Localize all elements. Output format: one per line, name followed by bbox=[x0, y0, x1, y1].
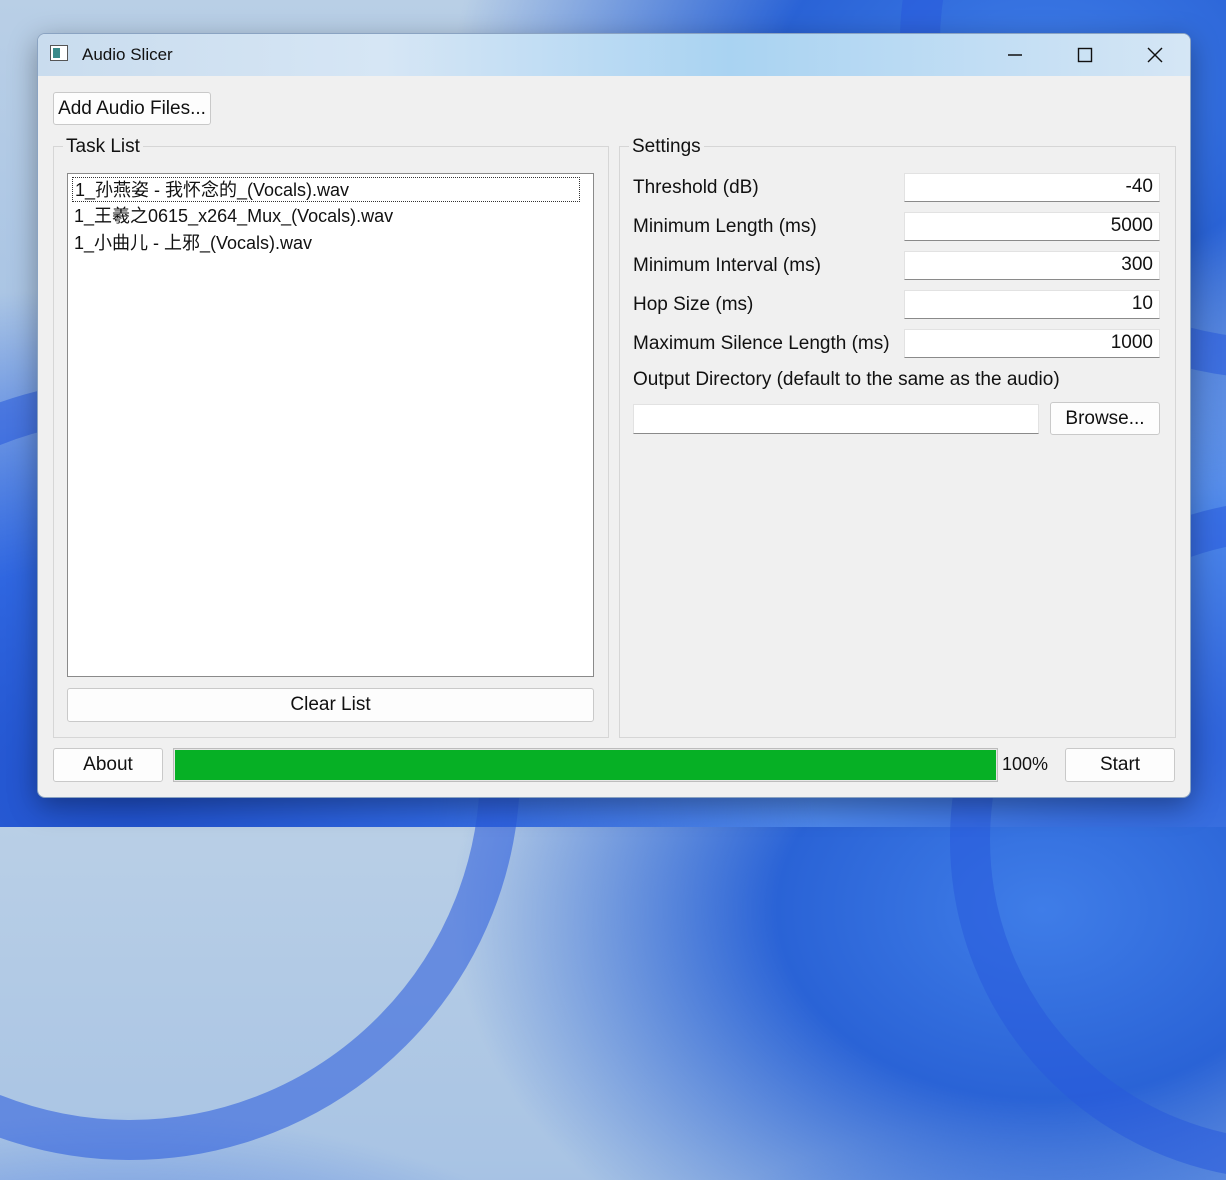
task-list-title: Task List bbox=[63, 136, 143, 158]
min-length-field[interactable]: 5000 bbox=[904, 212, 1160, 241]
max-silence-label: Maximum Silence Length (ms) bbox=[633, 333, 890, 354]
output-directory-field[interactable] bbox=[633, 404, 1039, 434]
start-button[interactable]: Start bbox=[1065, 748, 1175, 782]
browse-button[interactable]: Browse... bbox=[1050, 402, 1160, 435]
clear-list-button[interactable]: Clear List bbox=[67, 688, 594, 722]
minimize-icon bbox=[1008, 54, 1022, 56]
close-button[interactable] bbox=[1120, 34, 1190, 76]
list-item[interactable]: 1_孙燕姿 - 我怀念的_(Vocals).wav bbox=[72, 177, 580, 202]
title-bar[interactable]: Audio Slicer bbox=[38, 34, 1190, 76]
hop-size-field[interactable]: 10 bbox=[904, 290, 1160, 319]
min-length-label: Minimum Length (ms) bbox=[633, 216, 817, 237]
maximize-icon bbox=[1077, 47, 1093, 63]
progress-percent: 100% bbox=[1002, 754, 1049, 774]
hop-size-label: Hop Size (ms) bbox=[633, 294, 754, 315]
output-directory-label: Output Directory (default to the same as… bbox=[633, 369, 1060, 390]
task-listbox[interactable]: 1_孙燕姿 - 我怀念的_(Vocals).wav 1_王羲之0615_x264… bbox=[67, 173, 594, 677]
threshold-label: Threshold (dB) bbox=[633, 177, 759, 198]
progress-fill bbox=[175, 750, 996, 780]
window-title: Audio Slicer bbox=[82, 45, 173, 64]
settings-title: Settings bbox=[629, 136, 704, 158]
close-icon bbox=[1147, 47, 1163, 63]
list-item[interactable]: 1_王羲之0615_x264_Mux_(Vocals).wav bbox=[72, 204, 395, 229]
min-interval-field[interactable]: 300 bbox=[904, 251, 1160, 280]
min-interval-label: Minimum Interval (ms) bbox=[633, 255, 821, 276]
minimize-button[interactable] bbox=[980, 34, 1050, 76]
max-silence-field[interactable]: 1000 bbox=[904, 329, 1160, 358]
app-window: Audio Slicer Add Audio Files... Task Lis… bbox=[37, 33, 1191, 798]
threshold-field[interactable]: -40 bbox=[904, 173, 1160, 202]
progress-bar bbox=[173, 748, 998, 782]
list-item[interactable]: 1_小曲儿 - 上邪_(Vocals).wav bbox=[72, 231, 314, 256]
maximize-button[interactable] bbox=[1050, 34, 1120, 76]
about-button[interactable]: About bbox=[53, 748, 163, 782]
app-icon bbox=[50, 45, 68, 61]
add-audio-files-button[interactable]: Add Audio Files... bbox=[53, 92, 211, 125]
